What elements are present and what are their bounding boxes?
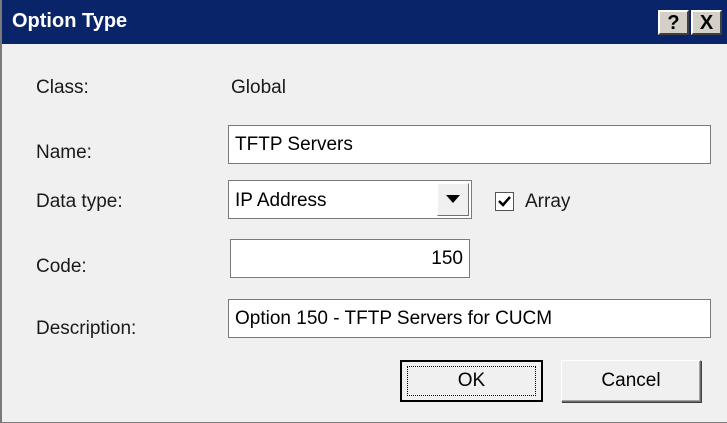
help-button[interactable]: ? [658,10,689,35]
description-field[interactable]: Option 150 - TFTP Servers for CUCM [228,299,711,338]
code-field[interactable]: 150 [230,239,470,278]
name-field[interactable]: TFTP Servers [228,125,711,164]
array-checkbox[interactable] [495,192,514,211]
ok-button[interactable]: OK [400,360,543,402]
code-label: Code: [36,256,87,277]
cancel-button-label: Cancel [601,370,661,391]
class-value: Global [231,77,286,98]
data-type-label: Data type: [36,191,123,212]
description-field-value: Option 150 - TFTP Servers for CUCM [235,307,553,329]
focus-rectangle [407,366,536,396]
cancel-button[interactable]: Cancel [561,360,701,402]
option-type-dialog: Option Type ? X Class: Global Name: TFTP… [0,0,727,423]
help-icon: ? [667,11,680,34]
title-bar[interactable]: Option Type ? X [2,0,727,44]
code-field-value: 150 [431,247,463,269]
window-title: Option Type [12,10,128,32]
data-type-select[interactable]: IP Address [228,180,472,219]
data-type-dropdown-button[interactable] [437,183,469,216]
checkmark-icon [498,196,511,207]
description-label: Description: [36,318,137,339]
name-field-value: TFTP Servers [235,133,353,155]
name-label: Name: [36,142,92,163]
chevron-down-icon [446,195,460,203]
array-label: Array [525,191,571,212]
class-label: Class: [36,77,89,98]
close-icon: X [699,11,714,34]
close-button[interactable]: X [691,10,722,35]
data-type-selected-value: IP Address [235,190,327,211]
